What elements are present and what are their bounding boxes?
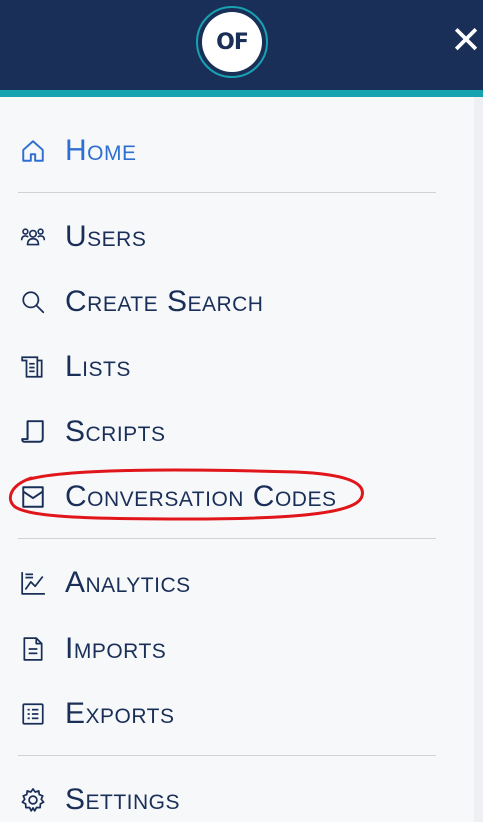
document-icon <box>18 634 48 664</box>
chart-icon <box>18 568 48 598</box>
nav-label-imports: Imports <box>65 632 167 665</box>
list-icon <box>18 352 48 382</box>
nav-label-analytics: Analytics <box>65 566 191 599</box>
ledger-icon <box>18 699 48 729</box>
users-icon <box>18 222 48 252</box>
nav-label-users: Users <box>65 220 147 253</box>
nav-label-exports: Exports <box>65 697 175 730</box>
search-icon <box>18 287 48 317</box>
nav-label-conversation-codes: Conversation Codes <box>65 480 337 513</box>
top-bar: OF ✕ <box>0 0 483 90</box>
nav-label-create-search: Create Search <box>65 285 264 318</box>
nav-label-home: Home <box>65 134 137 167</box>
nav-item-imports[interactable]: Imports <box>18 629 166 669</box>
nav-label-settings: Settings <box>65 783 181 816</box>
nav-label-lists: Lists <box>65 350 131 383</box>
envelope-icon <box>18 482 48 512</box>
close-icon[interactable]: ✕ <box>448 18 483 62</box>
gear-icon <box>18 785 48 815</box>
logo-text: OF <box>216 29 249 55</box>
nav-item-lists[interactable]: Lists <box>18 347 131 387</box>
accent-line <box>0 90 483 97</box>
logo-badge: OF <box>202 12 262 72</box>
divider <box>18 755 436 756</box>
nav-label-scripts: Scripts <box>65 415 166 448</box>
app-logo[interactable]: OF <box>196 6 268 78</box>
scrollbar[interactable] <box>474 97 483 822</box>
divider <box>18 538 436 539</box>
nav-item-scripts[interactable]: Scripts <box>18 412 166 452</box>
nav-item-home[interactable]: Home <box>18 131 137 171</box>
close-glyph: ✕ <box>450 18 482 62</box>
nav-item-conversation-codes[interactable]: Conversation Codes <box>18 477 336 517</box>
nav-item-exports[interactable]: Exports <box>18 694 174 734</box>
divider <box>18 192 436 193</box>
nav-item-users[interactable]: Users <box>18 217 146 257</box>
home-icon <box>18 136 48 166</box>
nav-item-settings[interactable]: Settings <box>18 780 180 820</box>
scroll-icon <box>18 417 48 447</box>
nav-item-create-search[interactable]: Create Search <box>18 282 263 322</box>
nav-item-analytics[interactable]: Analytics <box>18 563 191 603</box>
